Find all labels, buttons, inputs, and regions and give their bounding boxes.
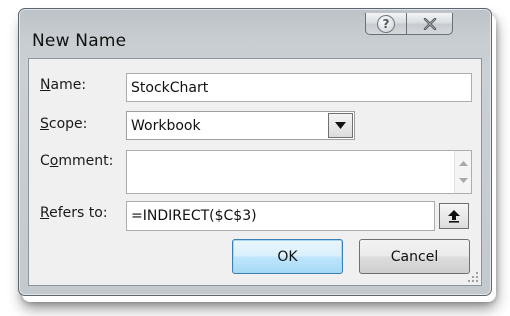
comment-field[interactable]	[126, 150, 472, 194]
comment-label-first: C	[40, 153, 50, 169]
refers-to-label: Refers to:	[40, 205, 108, 221]
comment-scrollbar[interactable]	[454, 151, 471, 193]
cancel-button[interactable]: Cancel	[359, 239, 470, 274]
scope-label-key: S	[40, 116, 49, 132]
name-field[interactable]: StockChart	[126, 73, 472, 102]
scroll-down-icon[interactable]	[455, 172, 471, 189]
scope-select-value: Workbook	[131, 117, 201, 134]
scope-dropdown-button[interactable]	[328, 113, 353, 138]
dialog-title: New Name	[32, 31, 127, 51]
refers-to-label-rest: efers to:	[49, 205, 108, 221]
scope-label: Scope:	[40, 116, 87, 132]
scope-label-rest: cope:	[48, 116, 88, 132]
dialog-body: Name: StockChart Scope: Workbook Comment…	[28, 58, 482, 286]
scroll-up-icon[interactable]	[455, 155, 471, 172]
help-glyph: ?	[382, 16, 390, 31]
name-label-rest: ame:	[50, 77, 87, 93]
scope-select[interactable]: Workbook	[126, 111, 355, 140]
collapse-dialog-icon	[448, 210, 460, 223]
help-icon: ?	[377, 14, 395, 33]
collapse-dialog-button[interactable]	[439, 203, 469, 229]
help-button[interactable]: ?	[365, 13, 407, 35]
comment-label-rest: mment:	[58, 153, 114, 169]
refers-to-field[interactable]: =INDIRECT($C$3)	[126, 201, 435, 231]
close-button[interactable]	[407, 13, 453, 35]
name-label: Name:	[40, 77, 86, 93]
close-icon	[423, 17, 436, 30]
chevron-down-icon	[335, 122, 346, 129]
name-label-key: N	[40, 77, 51, 93]
comment-label: Comment:	[40, 153, 113, 169]
ok-button[interactable]: OK	[232, 239, 343, 274]
refers-to-label-key: R	[40, 205, 50, 221]
resize-grip-icon[interactable]	[467, 271, 479, 283]
new-name-dialog: New Name ? Name: StockChart Scope: Workb…	[18, 8, 492, 296]
